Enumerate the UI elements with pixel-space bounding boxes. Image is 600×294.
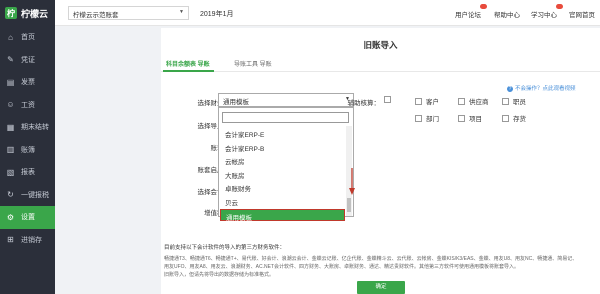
checkbox-icon	[502, 97, 509, 105]
sidebar-item-8[interactable]: ⚙ 设置	[0, 206, 55, 229]
sidebar-item-label: 凭证	[21, 56, 35, 64]
checkbox-icon	[415, 97, 422, 105]
dropdown-option[interactable]: 大账房	[220, 168, 345, 181]
page-title: 旧账导入	[363, 40, 398, 50]
supported-software-list-2: 用友UFO、用友A8、用友云、浪潮财务、AC.NET会计软件、四方财务、大账房、…	[164, 264, 520, 270]
sidebar-item-0[interactable]: ⌂ 首页	[0, 26, 55, 49]
aux-checkbox[interactable]: 项目	[458, 113, 482, 123]
aux-checkbox[interactable]: 职员	[502, 96, 526, 106]
sidebar-item-label: 报表	[21, 169, 35, 177]
tab-active-indicator	[163, 70, 214, 72]
sidebar-item-label: 期末结转	[21, 124, 49, 132]
new-badge	[480, 4, 487, 9]
software-dropdown: 会计家ERP-E 会计家ERP-B 云帐房 大账房 卓账财务 贝云 通用模板	[218, 107, 354, 222]
sidebar-item-label: 工资	[21, 101, 35, 109]
nav-icon: ▧	[6, 167, 15, 177]
help-video-link[interactable]: ? 不会操作？点此观看视频	[507, 84, 576, 92]
sidebar-item-7[interactable]: ↻ 一键报税	[0, 184, 55, 207]
red-arrow-annotation	[349, 168, 355, 195]
sidebar-item-6[interactable]: ▧ 报表	[0, 161, 55, 184]
sidebar: 柠 柠檬云 ⌂ 首页 ✎ 凭证 ▤ 发票 ☺ 工资 ▦ 期末结转 ▥ 账簿 ▧ 报表 ↻ 一键报税 ⚙ 设置 ⊞ 进销…	[0, 0, 55, 294]
confirm-button[interactable]: 确定	[357, 281, 405, 294]
sidebar-item-label: 进销存	[21, 236, 42, 244]
sidebar-item-4[interactable]: ▦ 期末结转	[0, 116, 55, 139]
sidebar-item-2[interactable]: ▤ 发票	[0, 71, 55, 94]
aux-checkbox-label: 存货	[513, 116, 526, 123]
tab-balance-import[interactable]: 科目余额表 导账	[166, 59, 210, 68]
nav-icon: ▦	[6, 122, 15, 132]
dropdown-option[interactable]: 会计家ERP-E	[220, 127, 345, 140]
checkbox-icon	[502, 114, 509, 122]
dropdown-option[interactable]: 会计家ERP-B	[220, 141, 345, 154]
help-center-link[interactable]: 帮助中心	[494, 9, 520, 19]
aux-checkbox-label: 供应商	[469, 99, 489, 106]
checkbox-icon	[458, 97, 465, 105]
dropdown-option[interactable]: 卓账财务	[220, 181, 345, 194]
sidebar-item-label: 设置	[21, 214, 35, 222]
checkbox-icon	[415, 114, 422, 122]
label-aux: 辅助核算：	[347, 100, 381, 107]
sidebar-item-1[interactable]: ✎ 凭证	[0, 49, 55, 72]
dropdown-option[interactable]: 贝云	[220, 195, 345, 208]
supported-software-list: 畅捷通T3、畅捷通T6、畅捷通T+、易代账、好会计、浪潮云会计、金蝶云记账、亿企…	[164, 256, 578, 262]
question-icon: ?	[507, 86, 513, 92]
checkbox-icon	[384, 96, 391, 103]
app-logo-text: 柠檬云	[21, 8, 49, 19]
aux-checkbox-label: 项目	[469, 116, 482, 123]
account-selector[interactable]: 柠檬云示范账套 ▼	[68, 6, 189, 20]
nav-icon: ▤	[6, 77, 15, 87]
nav-icon: ▥	[6, 145, 15, 155]
user-forum-link[interactable]: 用户论坛	[455, 4, 487, 19]
nav-icon: ⌂	[8, 32, 13, 42]
aux-checkbox[interactable]: 部门	[415, 113, 439, 123]
supported-software-title: 目前支持以下会计软件的导入的第三方财务软件：	[164, 245, 286, 251]
current-month: 2019年1月	[200, 11, 234, 18]
aux-checkbox[interactable]: 存货	[502, 113, 526, 123]
account-selector-value: 柠檬云示范账套	[73, 12, 119, 19]
nav-icon: ✎	[7, 55, 14, 65]
nav-icon: ↻	[7, 190, 14, 200]
dropdown-search-input[interactable]	[222, 112, 349, 123]
homepage-link[interactable]: 官网首页	[569, 9, 595, 19]
sidebar-item-3[interactable]: ☺ 工资	[0, 94, 55, 117]
checkbox-icon	[458, 114, 465, 122]
sidebar-item-9[interactable]: ⊞ 进销存	[0, 229, 55, 252]
supported-software-note: 旧账导入，但请先将导出的数据存储为标准格式。	[164, 272, 275, 278]
top-bar: 柠檬云示范账套 ▼ 2019年1月 用户论坛 帮助中心 学习中心 官网首页	[55, 0, 600, 26]
app-logo[interactable]: 柠 柠檬云	[0, 0, 55, 26]
sidebar-item-label: 账簿	[21, 146, 35, 154]
nav-icon: ⊞	[7, 235, 14, 245]
dropdown-option[interactable]: 通用模板	[220, 208, 345, 222]
aux-checkbox-label: 部门	[426, 116, 439, 123]
chevron-down-icon: ▼	[179, 9, 184, 15]
aux-checkbox-label: 客户	[426, 99, 439, 106]
sidebar-item-5[interactable]: ▥ 账簿	[0, 139, 55, 162]
scrollbar-thumb[interactable]	[347, 198, 351, 212]
nav-icon: ☺	[6, 100, 15, 110]
sidebar-item-label: 首页	[21, 34, 35, 42]
nav-icon: ⚙	[6, 212, 15, 222]
tab-divider	[161, 71, 600, 72]
aux-checkbox[interactable]: 客户	[415, 96, 439, 106]
dropdown-option[interactable]: 云帐房	[220, 154, 345, 167]
software-select-value: 通用模板	[223, 99, 249, 106]
aux-checkbox-label: 职员	[513, 99, 526, 106]
tab-tool-import[interactable]: 导账工具 导账	[234, 59, 272, 68]
sidebar-item-label: 发票	[21, 79, 35, 87]
sidebar-item-label: 一键报税	[21, 191, 49, 199]
new-badge	[556, 4, 563, 9]
aux-enable-checkbox[interactable]	[384, 96, 395, 103]
learning-center-link[interactable]: 学习中心	[531, 4, 563, 19]
aux-checkbox[interactable]: 供应商	[458, 96, 489, 106]
logo-mark-icon: 柠	[5, 7, 17, 19]
